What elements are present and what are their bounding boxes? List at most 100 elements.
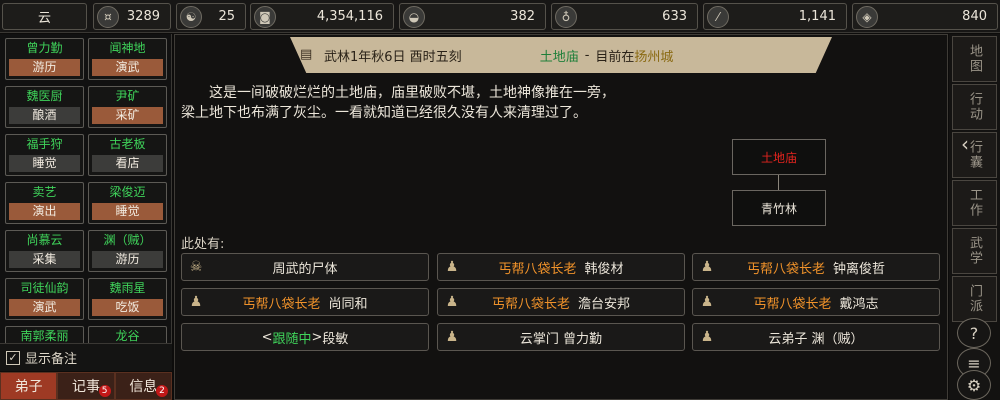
chevron-left-icon[interactable]: ‹ bbox=[961, 132, 969, 156]
location-header: ▤ 武林1年秋6日 酉时五刻 土地庙 - 目前在 扬州城 bbox=[290, 37, 832, 73]
disciple-name: 古老板 bbox=[109, 137, 146, 151]
sect-name-box: 云 bbox=[2, 3, 87, 30]
npc-name: 钟离俊哲 bbox=[833, 261, 886, 277]
disciple-action: 吃饭 bbox=[92, 299, 163, 316]
disciple-card[interactable]: 魏医厨 酿酒 bbox=[5, 86, 84, 128]
npc-name: 澹台安邦 bbox=[578, 296, 631, 312]
nav-action[interactable]: 行动 bbox=[952, 84, 997, 130]
coin-icon: ¤ bbox=[97, 5, 119, 28]
disciple-card[interactable]: 福手狩 睡觉 bbox=[5, 134, 84, 176]
resource-yinyang[interactable]: ☯ 25 bbox=[176, 3, 246, 30]
npc-entry[interactable]: ♟ 云掌门 曾力勤 bbox=[437, 323, 685, 351]
disciple-card[interactable]: 卖艺 演出 bbox=[5, 182, 84, 224]
map-node-current: 土地庙 bbox=[732, 139, 826, 175]
disciple-card[interactable]: 尹矿 采矿 bbox=[88, 86, 167, 128]
disciple-card[interactable]: 渊（贼） 游历 bbox=[88, 230, 167, 272]
person-icon: ♟ bbox=[445, 294, 459, 310]
tab-journal[interactable]: 记事 5 bbox=[57, 372, 115, 400]
disciple-card[interactable]: 闻神地 演武 bbox=[88, 38, 167, 80]
npc-entry[interactable]: ♟ 丐帮八袋长老 尚同和 bbox=[181, 288, 429, 316]
disciple-action: 演出 bbox=[9, 203, 80, 220]
resource-value: 633 bbox=[662, 9, 687, 24]
copper-coin-icon: ◙ bbox=[254, 5, 276, 28]
person-icon: ♟ bbox=[189, 294, 203, 310]
disciple-name: 渊（贼） bbox=[103, 233, 152, 247]
disciple-name: 尚慕云 bbox=[26, 233, 63, 247]
game-time: 武林1年秋6日 酉时五刻 bbox=[324, 49, 462, 65]
wood-icon: ⁄ bbox=[707, 5, 729, 28]
resource-wood[interactable]: ⁄ 1,141 bbox=[703, 3, 847, 30]
resource-bar: 云 ¤ 3289 ☯ 25 ◙ 4,354,116 ◒ 382 ♁ 633 ⁄ … bbox=[0, 0, 1000, 33]
tab-disciples[interactable]: 弟子 bbox=[0, 372, 58, 400]
disciple-card[interactable]: 梁俊迈 睡觉 bbox=[88, 182, 167, 224]
sect-name: 云 bbox=[37, 11, 51, 26]
show-notes-label: 显示备注 bbox=[25, 352, 78, 367]
disciple-name: 魏雨星 bbox=[109, 281, 146, 295]
npc-entry[interactable]: ♟ 云弟子 渊（贼） bbox=[692, 323, 940, 351]
disciple-name: 魏医厨 bbox=[26, 89, 63, 103]
npc-entry-following[interactable]: < 跟随中 > 段敏 bbox=[181, 323, 429, 351]
npc-title: 丐帮八袋长老 bbox=[498, 261, 577, 277]
map-link bbox=[778, 175, 779, 190]
tab-label: 弟子 bbox=[14, 379, 43, 395]
disciple-list[interactable]: 曾力勤 游历 闻神地 演武 魏医厨 酿酒 尹矿 采矿 福手狩 睡觉 古老板 看店… bbox=[0, 34, 172, 371]
npc-name: 段敏 bbox=[322, 331, 349, 347]
disciple-card[interactable]: 尚慕云 采集 bbox=[5, 230, 84, 272]
nav-sect[interactable]: 门派 bbox=[952, 276, 997, 322]
disciple-card[interactable]: 古老板 看店 bbox=[88, 134, 167, 176]
npc-entry[interactable]: ♟ 丐帮八袋长老 戴鸿志 bbox=[692, 288, 940, 316]
disciple-card[interactable]: 魏雨星 吃饭 bbox=[88, 278, 167, 320]
gourd-icon: ♁ bbox=[555, 5, 577, 28]
checkmark-icon[interactable]: ✓ bbox=[6, 350, 20, 365]
disciple-name: 闻神地 bbox=[109, 41, 146, 55]
person-icon: ♟ bbox=[700, 294, 714, 310]
npc-entry[interactable]: ☠ 周武的尸体 bbox=[181, 253, 429, 281]
resource-wine[interactable]: ♁ 633 bbox=[551, 3, 698, 30]
npc-title: 丐帮八袋长老 bbox=[746, 261, 825, 277]
tab-label: 信息 bbox=[129, 379, 158, 395]
settings-gear-icon[interactable]: ⚙ bbox=[957, 370, 991, 400]
npc-name: 云弟子 渊（贼） bbox=[768, 331, 864, 347]
resource-coin[interactable]: ¤ 3289 bbox=[93, 3, 171, 30]
resource-value: 3289 bbox=[126, 9, 160, 24]
disciple-action: 游历 bbox=[9, 59, 80, 76]
here-list-label: 此处有: bbox=[181, 237, 225, 252]
disciple-name: 尹矿 bbox=[115, 89, 140, 103]
resource-value: 25 bbox=[218, 9, 235, 24]
nav-bag[interactable]: 行囊 bbox=[952, 132, 997, 178]
skull-icon: ☠ bbox=[189, 259, 203, 275]
npc-name: 韩俊材 bbox=[584, 261, 624, 277]
resource-value: 4,354,116 bbox=[316, 9, 383, 24]
disciple-action: 游历 bbox=[92, 251, 163, 268]
help-icon[interactable]: ? bbox=[957, 318, 991, 348]
nav-work[interactable]: 工作 bbox=[952, 180, 997, 226]
person-icon: ♟ bbox=[700, 329, 714, 345]
resource-ore[interactable]: ◈ 840 bbox=[852, 3, 998, 30]
disciple-card[interactable]: 曾力勤 游历 bbox=[5, 38, 84, 80]
npc-entry[interactable]: ♟ 丐帮八袋长老 韩俊材 bbox=[437, 253, 685, 281]
tab-count-badge: 5 bbox=[98, 385, 111, 397]
following-status: 跟随中 bbox=[272, 331, 312, 347]
person-icon: ♟ bbox=[445, 329, 459, 345]
here-prefix: 目前在 bbox=[595, 49, 635, 65]
scene-panel: ▤ 武林1年秋6日 酉时五刻 土地庙 - 目前在 扬州城 这是一间破破烂烂的土地… bbox=[174, 34, 948, 400]
nav-martial[interactable]: 武学 bbox=[952, 228, 997, 274]
tab-messages[interactable]: 信息 2 bbox=[114, 372, 172, 400]
disciple-card[interactable]: 司徒仙韵 演武 bbox=[5, 278, 84, 320]
mini-map: 土地庙 青竹林 bbox=[732, 139, 826, 226]
map-node-exit[interactable]: 青竹林 bbox=[732, 190, 826, 226]
npc-entry[interactable]: ♟ 丐帮八袋长老 澹台安邦 bbox=[437, 288, 685, 316]
disciple-name: 梁俊迈 bbox=[109, 185, 146, 199]
npc-title: 丐帮八袋长老 bbox=[753, 296, 832, 312]
npc-title: 丐帮八袋长老 bbox=[242, 296, 321, 312]
npc-entry[interactable]: ♟ 丐帮八袋长老 钟离俊哲 bbox=[692, 253, 940, 281]
resource-food[interactable]: ◒ 382 bbox=[399, 3, 546, 30]
resource-value: 382 bbox=[510, 9, 535, 24]
tab-label: 记事 bbox=[71, 379, 100, 395]
show-notes-toggle[interactable]: ✓ 显示备注 bbox=[0, 343, 172, 371]
resource-copper[interactable]: ◙ 4,354,116 bbox=[250, 3, 394, 30]
person-icon: ♟ bbox=[445, 259, 459, 275]
disciple-action: 睡觉 bbox=[92, 203, 163, 220]
npc-name: 戴鸿志 bbox=[839, 296, 879, 312]
nav-map[interactable]: 地图 bbox=[952, 36, 997, 82]
